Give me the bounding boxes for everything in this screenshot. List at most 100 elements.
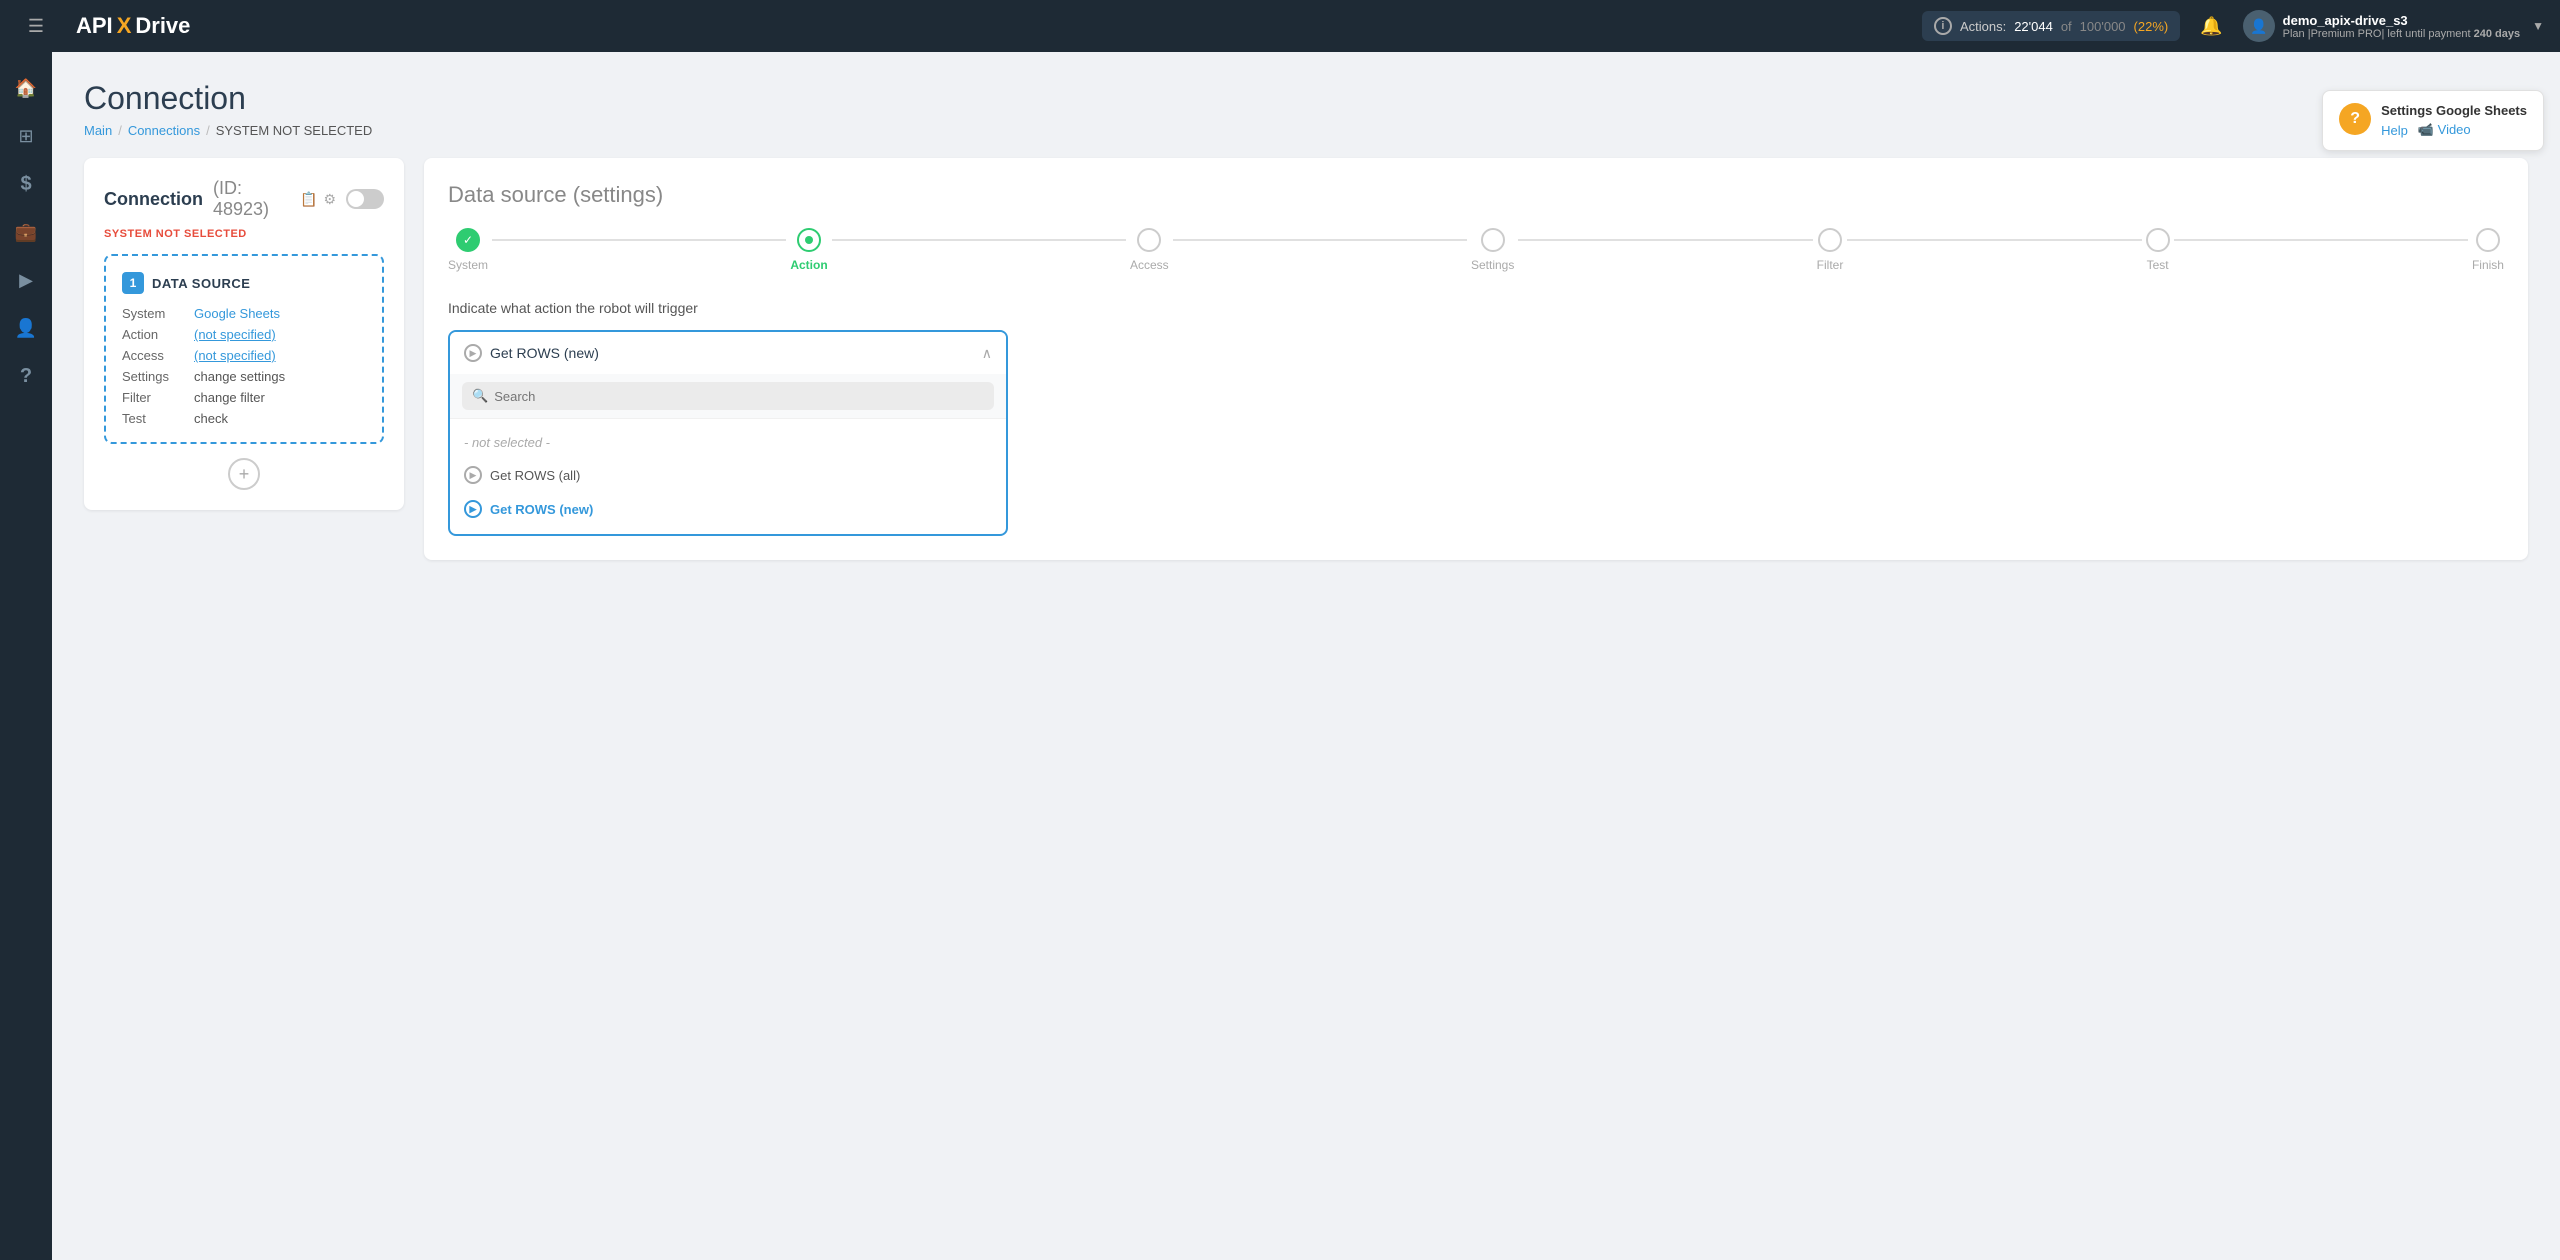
help-link[interactable]: Help <box>2381 123 2408 138</box>
step-line-5 <box>1847 239 2141 241</box>
action-dropdown[interactable]: ▶ Get ROWS (new) ∧ 🔍 - not selected - <box>448 330 1008 536</box>
video-link[interactable]: 📹 Video <box>2418 122 2471 138</box>
dropdown-option-new[interactable]: ▶ Get ROWS (new) <box>450 492 1006 526</box>
right-panel: Data source (settings) System Action <box>424 158 2528 560</box>
datasource-number: 1 <box>122 272 144 294</box>
add-block-button[interactable]: + <box>228 458 260 490</box>
step-circle-access <box>1137 228 1161 252</box>
dropdown-option-all-label: Get ROWS (all) <box>490 468 580 483</box>
two-col-layout: Connection (ID: 48923) 📋 ⚙ SYSTEM NOT SE… <box>84 158 2528 560</box>
datasource-settings-title: Data source (settings) <box>448 182 2504 208</box>
step-circle-test <box>2146 228 2170 252</box>
settings-icon[interactable]: ⚙ <box>323 191 336 208</box>
play-icon: ▶ <box>464 344 482 362</box>
dropdown-list: - not selected - ▶ Get ROWS (all) ▶ Get … <box>450 419 1006 534</box>
actions-of: of <box>2061 19 2072 34</box>
connection-header: Connection (ID: 48923) 📋 ⚙ <box>104 178 384 220</box>
ds-row-settings: Settings change settings <box>122 369 366 384</box>
user-info: demo_apix-drive_s3 Plan |Premium PRO| le… <box>2283 13 2520 40</box>
action-prompt: Indicate what action the robot will trig… <box>448 300 2504 316</box>
step-circle-system <box>456 228 480 252</box>
step-label-action: Action <box>790 258 827 272</box>
step-line-4 <box>1518 239 1812 241</box>
sidebar-item-help[interactable]: ? <box>6 356 46 396</box>
play-icon-all: ▶ <box>464 466 482 484</box>
step-system: System <box>448 228 488 272</box>
breadcrumb-sep-1: / <box>118 123 122 138</box>
toggle-switch[interactable] <box>346 189 384 209</box>
dropdown-not-selected: - not selected - <box>450 427 1006 458</box>
ds-value-filter[interactable]: change filter <box>194 390 265 405</box>
ds-value-access[interactable]: (not specified) <box>194 348 276 363</box>
actions-limit: 100'000 <box>2080 19 2126 34</box>
search-input[interactable] <box>494 389 984 404</box>
ds-row-filter: Filter change filter <box>122 390 366 405</box>
datasource-header: 1 DATA SOURCE <box>122 272 366 294</box>
topnav: ☰ APIXDrive i Actions: 22'044 of 100'000… <box>0 0 2560 52</box>
ds-row-system: System Google Sheets <box>122 306 366 321</box>
user-chevron-icon: ▼ <box>2532 19 2544 33</box>
ds-value-settings[interactable]: change settings <box>194 369 285 384</box>
step-test: Test <box>2146 228 2170 272</box>
step-line-6 <box>2174 239 2468 241</box>
page-title: Connection <box>84 80 2528 117</box>
dropdown-search-area: 🔍 <box>450 374 1006 419</box>
ds-label-settings: Settings <box>122 369 186 384</box>
actions-counter: i Actions: 22'044 of 100'000 (22%) <box>1922 11 2180 41</box>
step-line-3 <box>1173 239 1467 241</box>
help-box: ? Settings Google Sheets Help 📹 Video <box>2322 90 2544 151</box>
ds-value-test[interactable]: check <box>194 411 228 426</box>
sidebar-item-youtube[interactable]: ▶ <box>6 260 46 300</box>
actions-pct: (22%) <box>2134 19 2169 34</box>
logo-x: X <box>117 13 132 39</box>
step-label-finish: Finish <box>2472 258 2504 272</box>
ds-value-system[interactable]: Google Sheets <box>194 306 280 321</box>
sidebar-item-money[interactable]: $ <box>6 164 46 204</box>
plan-info: Plan |Premium PRO| left until payment 24… <box>2283 28 2520 40</box>
sidebar-item-home[interactable]: 🏠 <box>6 68 46 108</box>
menu-icon[interactable]: ☰ <box>16 6 56 46</box>
help-title: Settings Google Sheets <box>2381 103 2527 118</box>
breadcrumb-connections[interactable]: Connections <box>128 123 200 138</box>
sidebar-item-dashboard[interactable]: ⊞ <box>6 116 46 156</box>
chevron-up-icon: ∧ <box>982 345 992 362</box>
step-circle-settings <box>1481 228 1505 252</box>
sidebar-item-profile[interactable]: 👤 <box>6 308 46 348</box>
logo-api: API <box>76 13 113 39</box>
step-circle-filter <box>1818 228 1842 252</box>
dropdown-option-new-label: Get ROWS (new) <box>490 502 593 517</box>
step-label-system: System <box>448 258 488 272</box>
ds-label-action: Action <box>122 327 186 342</box>
dropdown-selected-left: ▶ Get ROWS (new) <box>464 344 599 362</box>
breadcrumb-current: SYSTEM NOT SELECTED <box>216 123 373 138</box>
step-label-settings: Settings <box>1471 258 1514 272</box>
bell-icon[interactable]: 🔔 <box>2192 12 2230 41</box>
breadcrumb: Main / Connections / SYSTEM NOT SELECTED <box>84 123 2528 138</box>
step-label-access: Access <box>1130 258 1169 272</box>
dropdown-selected-text: Get ROWS (new) <box>490 345 599 361</box>
breadcrumb-main[interactable]: Main <box>84 123 112 138</box>
ds-row-test: Test check <box>122 411 366 426</box>
dropdown-option-all[interactable]: ▶ Get ROWS (all) <box>450 458 1006 492</box>
main-content: ? Settings Google Sheets Help 📹 Video Co… <box>52 52 2560 1260</box>
step-filter: Filter <box>1817 228 1844 272</box>
help-links: Help 📹 Video <box>2381 122 2527 138</box>
search-inner: 🔍 <box>462 382 994 410</box>
play-icon-new: ▶ <box>464 500 482 518</box>
help-text: Settings Google Sheets Help 📹 Video <box>2381 103 2527 138</box>
avatar: 👤 <box>2243 10 2275 42</box>
actions-label: Actions: <box>1960 19 2006 34</box>
datasource-box: 1 DATA SOURCE System Google Sheets Actio… <box>104 254 384 444</box>
username: demo_apix-drive_s3 <box>2283 13 2520 28</box>
datasource-title: DATA SOURCE <box>152 276 250 291</box>
connection-status: SYSTEM NOT SELECTED <box>104 228 384 240</box>
sidebar-item-services[interactable]: 💼 <box>6 212 46 252</box>
left-panel: Connection (ID: 48923) 📋 ⚙ SYSTEM NOT SE… <box>84 158 404 510</box>
step-circle-finish <box>2476 228 2500 252</box>
copy-icon[interactable]: 📋 <box>300 191 317 208</box>
ds-value-action[interactable]: (not specified) <box>194 327 276 342</box>
step-action: Action <box>790 228 827 272</box>
user-menu[interactable]: 👤 demo_apix-drive_s3 Plan |Premium PRO| … <box>2243 10 2544 42</box>
connection-title: Connection <box>104 189 203 210</box>
dropdown-selected[interactable]: ▶ Get ROWS (new) ∧ <box>450 332 1006 374</box>
